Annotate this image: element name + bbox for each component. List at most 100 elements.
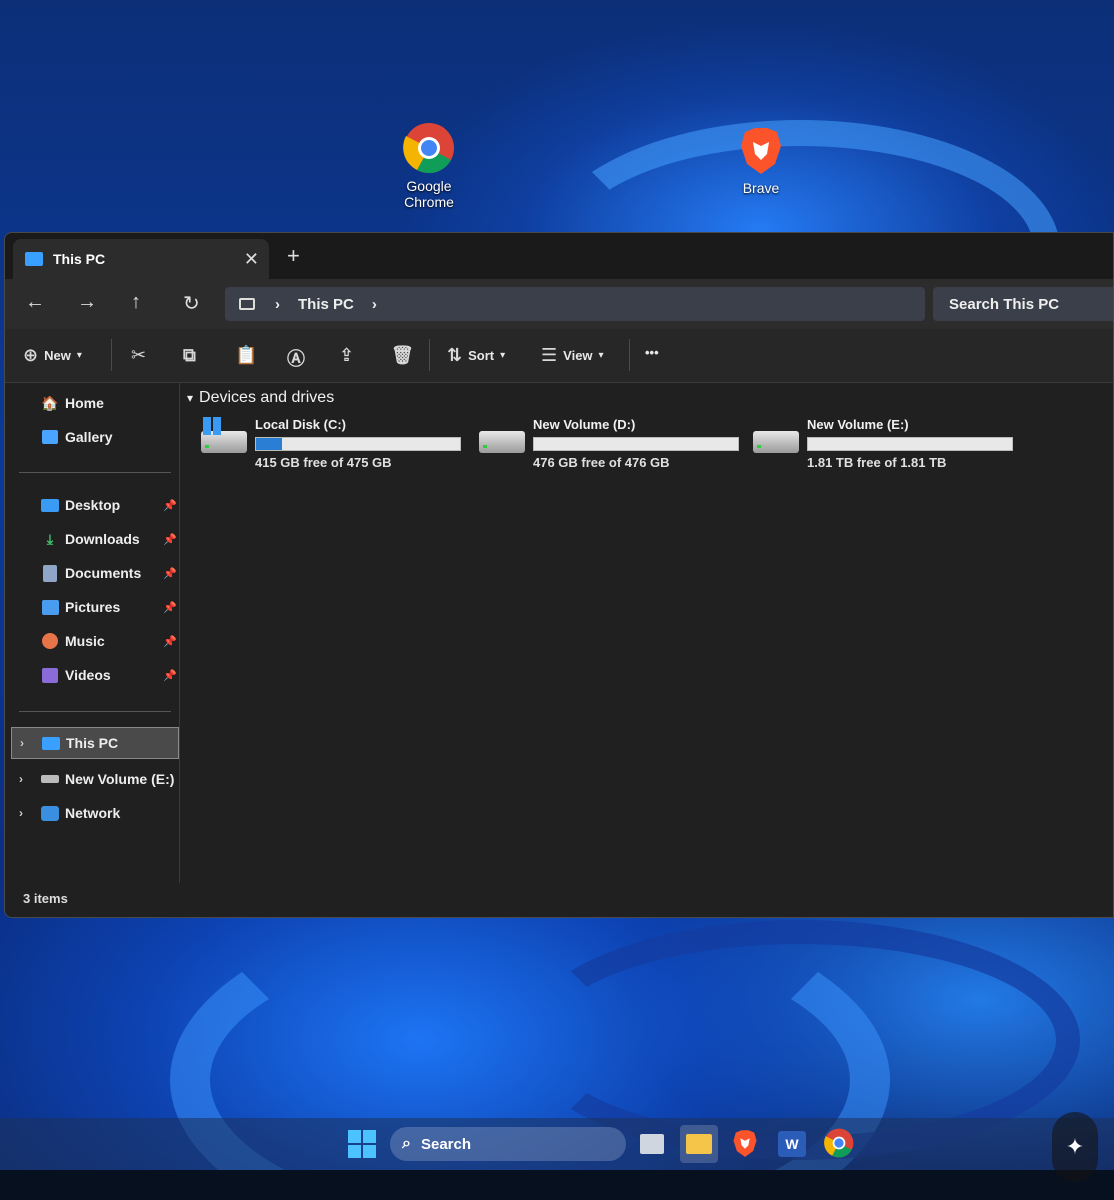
breadcrumb-this-pc[interactable]: This PC <box>298 296 354 313</box>
breadcrumb-separator: › <box>275 295 280 313</box>
taskbar-search[interactable]: ⌕ Search <box>390 1127 626 1161</box>
pin-icon[interactable]: 📌 <box>163 533 177 546</box>
drive-icon <box>39 770 61 788</box>
close-tab-button[interactable]: ✕ <box>244 249 259 270</box>
brave-icon[interactable] <box>730 1128 762 1160</box>
refresh-button[interactable]: ↻ <box>183 291 200 316</box>
back-button[interactable]: ← <box>25 291 45 314</box>
pin-icon[interactable]: 📌 <box>163 567 177 580</box>
search-icon: ⌕ <box>402 1135 411 1152</box>
separator <box>629 339 630 371</box>
chevron-right-icon[interactable]: › <box>20 736 24 750</box>
desktop-icon-chrome[interactable]: Google Chrome <box>384 122 474 210</box>
sidebar-item-gallery[interactable]: Gallery <box>17 421 179 453</box>
content-pane: ▾ Devices and drives Local Disk (C:) 415… <box>181 383 1113 883</box>
paste-button[interactable]: 📋 <box>235 345 257 366</box>
file-explorer-icon[interactable] <box>680 1125 718 1163</box>
sidebar-item-label: Home <box>65 395 104 411</box>
screen-bezel <box>0 1170 1114 1200</box>
chevron-down-icon: ▾ <box>598 350 604 361</box>
devices-and-drives-header[interactable]: ▾ Devices and drives <box>187 389 334 407</box>
chevron-right-icon[interactable]: › <box>19 806 23 820</box>
sidebar-item-music[interactable]: Music 📌 <box>17 625 179 657</box>
drive-icon <box>479 431 525 453</box>
sidebar-item-label: Network <box>65 805 121 821</box>
monitor-icon <box>239 298 255 310</box>
chevron-right-icon[interactable]: › <box>19 772 23 786</box>
sidebar-item-downloads[interactable]: ⤓ Downloads 📌 <box>17 523 179 555</box>
taskbar-search-label: Search <box>420 1135 472 1153</box>
copy-button[interactable]: ⧉ <box>183 345 196 366</box>
word-icon[interactable]: W <box>776 1128 808 1160</box>
cut-button[interactable]: ✂ <box>131 345 146 366</box>
tab-title: This PC <box>53 251 106 267</box>
pin-icon[interactable]: 📌 <box>163 635 177 648</box>
sidebar-item-pictures[interactable]: Pictures 📌 <box>17 591 179 623</box>
rename-button[interactable]: Ⓐ <box>287 345 305 371</box>
up-button[interactable]: ↑ <box>131 291 141 314</box>
separator <box>111 339 112 371</box>
pictures-icon <box>39 598 61 616</box>
drive-name: New Volume (E:) <box>807 417 909 432</box>
chrome-icon[interactable] <box>824 1128 856 1160</box>
new-button[interactable]: ⊕ New ▾ <box>23 345 82 366</box>
pin-icon[interactable]: 📌 <box>163 669 177 682</box>
sidebar-item-label: Pictures <box>65 599 121 615</box>
sidebar-item-network[interactable]: › Network <box>11 797 179 829</box>
breadcrumb-separator[interactable]: › <box>372 296 377 313</box>
taskbar: ⌕ Search W <box>0 1118 1114 1170</box>
desktop-icon-brave[interactable]: Brave <box>716 124 806 196</box>
address-bar[interactable]: › This PC › <box>225 287 925 321</box>
forward-button[interactable]: → <box>77 291 97 314</box>
sidebar-item-label: This PC <box>66 735 119 751</box>
navigation-bar: ← → ↑ ↻ › This PC › Search This PC <box>5 279 1113 329</box>
scissors-icon: ✂ <box>131 345 147 365</box>
desktop-icon-label: Google Chrome <box>404 178 454 210</box>
drive-d[interactable]: New Volume (D:) 476 GB free of 476 GB <box>479 417 749 477</box>
start-icon[interactable] <box>348 1130 376 1158</box>
title-bar: This PC ✕ + <box>5 233 1113 279</box>
task-view-icon[interactable] <box>636 1128 668 1160</box>
command-bar: ⊕ New ▾ ✂ ⧉ 📋 Ⓐ ⇪ 🗑 ⇅ Sort ▾ ☰ View ▾ ••… <box>5 329 1113 383</box>
drive-free-space: 476 GB free of 476 GB <box>533 455 670 470</box>
watermark-logo-icon: ✦ <box>1052 1112 1098 1182</box>
network-icon <box>39 804 61 822</box>
tab-this-pc[interactable]: This PC ✕ <box>13 239 269 279</box>
brave-icon <box>735 124 787 176</box>
pin-icon[interactable]: 📌 <box>163 499 177 512</box>
desktop-icon-label: Brave <box>742 180 780 196</box>
delete-button[interactable]: 🗑 <box>391 345 414 366</box>
sidebar-item-documents[interactable]: Documents 📌 <box>17 557 179 589</box>
share-button[interactable]: ⇪ <box>339 345 354 366</box>
drive-e[interactable]: New Volume (E:) 1.81 TB free of 1.81 TB <box>753 417 1023 477</box>
sidebar-item-videos[interactable]: Videos 📌 <box>17 659 179 691</box>
sidebar-item-home[interactable]: 🏠 Home <box>17 387 179 419</box>
divider <box>19 711 171 712</box>
documents-icon <box>39 564 61 582</box>
item-count: 3 items <box>23 891 68 906</box>
status-bar: 3 items <box>5 883 1113 917</box>
drive-c[interactable]: Local Disk (C:) 415 GB free of 475 GB <box>201 417 471 477</box>
drive-usage-bar <box>533 437 739 451</box>
sidebar-item-label: New Volume (E:) <box>65 771 175 787</box>
this-pc-icon <box>40 734 62 752</box>
home-icon: 🏠 <box>41 394 59 411</box>
pin-icon[interactable]: 📌 <box>163 601 177 614</box>
search-input[interactable]: Search This PC <box>933 287 1113 321</box>
view-icon: ☰ <box>541 345 558 365</box>
group-title: Devices and drives <box>199 389 335 406</box>
sidebar-item-this-pc[interactable]: › This PC <box>11 727 179 759</box>
view-label: View <box>563 348 593 363</box>
music-icon <box>39 632 61 650</box>
more-options-button[interactable]: ••• <box>645 345 659 360</box>
view-button[interactable]: ☰ View ▾ <box>541 345 604 366</box>
paste-icon: 📋 <box>235 345 258 365</box>
sidebar-item-new-volume-e[interactable]: › New Volume (E:) <box>11 763 179 795</box>
new-tab-button[interactable]: + <box>287 243 300 269</box>
file-explorer-window: This PC ✕ + ← → ↑ ↻ › This PC › Search T… <box>4 232 1114 918</box>
windows-logo-icon <box>203 417 221 435</box>
sort-button[interactable]: ⇅ Sort ▾ <box>447 345 505 366</box>
divider <box>19 472 171 473</box>
plus-circle-icon: ⊕ <box>23 345 39 365</box>
sidebar-item-desktop[interactable]: Desktop 📌 <box>17 489 179 521</box>
